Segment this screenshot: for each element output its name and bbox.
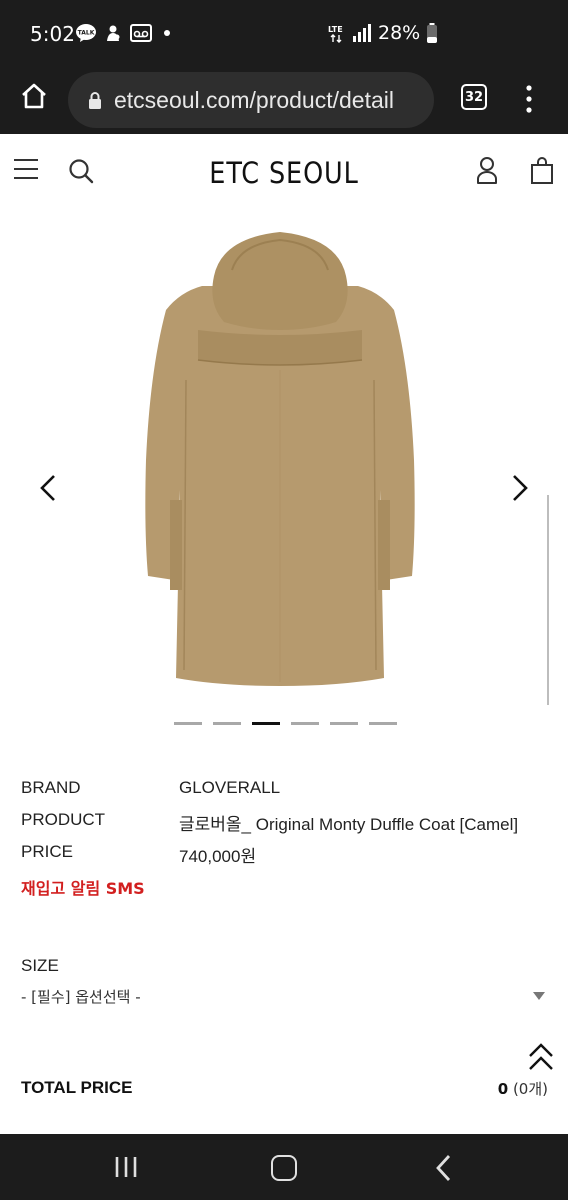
total-price-label: TOTAL PRICE (21, 1078, 133, 1097)
product-row: PRODUCT 글로버올_ Original Monty Duffle Coat… (21, 810, 518, 835)
total-count: (0개) (512, 1080, 548, 1098)
svg-text:TALK: TALK (78, 30, 95, 37)
product-name: 글로버올_ Original Monty Duffle Coat [Camel] (179, 815, 519, 834)
price-row: PRICE 740,000원 (21, 842, 256, 867)
size-label: SIZE (21, 956, 59, 975)
pagination-dot-active[interactable] (252, 722, 280, 725)
notification-icons: TALK (76, 24, 170, 42)
status-bar: 5:02 TALK LTE 28% (0, 0, 568, 66)
url-bar[interactable]: etcseoul.com/product/detail (68, 72, 434, 128)
pagination-dot[interactable] (330, 722, 358, 725)
pagination-dot[interactable] (213, 722, 241, 725)
back-icon[interactable] (434, 1154, 452, 1182)
product-label: PRODUCT (21, 810, 106, 829)
snapchat-icon (107, 25, 120, 41)
status-time: 5:02 (30, 22, 75, 46)
restock-sms-link[interactable]: 재입고 알림 SMS (21, 875, 145, 899)
system-nav-bar (0, 1134, 568, 1200)
size-select[interactable]: - [필수] 옵션선택 - (21, 986, 547, 1010)
more-notifications-dot (164, 30, 170, 36)
scroll-to-top-icon[interactable] (527, 1042, 555, 1072)
voicemail-icon (130, 24, 152, 42)
home-icon[interactable] (20, 82, 48, 110)
previous-image-arrow[interactable] (38, 474, 58, 502)
browser-toolbar: etcseoul.com/product/detail 32 (0, 66, 568, 134)
gallery-pagination (174, 722, 397, 725)
account-icon[interactable] (476, 156, 498, 184)
product-image (145, 232, 415, 686)
brand-label: BRAND (21, 778, 81, 797)
total-price-value: 0 (0개) (498, 1078, 548, 1099)
talk-icon: TALK (76, 24, 96, 42)
size-select-value: - [필수] 옵션선택 - (21, 988, 141, 1006)
signal-icon (353, 24, 371, 42)
shopping-bag-icon[interactable] (530, 156, 554, 184)
price-value: 740,000원 (179, 847, 257, 866)
price-label: PRICE (21, 842, 73, 861)
next-image-arrow[interactable] (510, 474, 530, 502)
pagination-dot[interactable] (174, 722, 202, 725)
lte-icon: LTE (328, 25, 343, 43)
total-amount: 0 (497, 1080, 509, 1098)
battery-percent: 28% (378, 22, 421, 44)
pagination-dot[interactable] (291, 722, 319, 725)
brand-row: BRAND GLOVERALL (21, 778, 280, 798)
site-header: ETC SEOUL (0, 134, 568, 212)
home-button-icon[interactable] (271, 1155, 297, 1181)
pagination-dot[interactable] (369, 722, 397, 725)
gallery-scroll-indicator (547, 495, 549, 705)
battery-icon (427, 23, 438, 43)
recent-apps-icon[interactable] (114, 1156, 138, 1178)
svg-text:LTE: LTE (328, 25, 343, 34)
tab-switcher-button[interactable]: 32 (461, 84, 487, 110)
url-text: etcseoul.com/product/detail (114, 86, 394, 113)
lock-icon (89, 92, 101, 109)
phone-screen: 5:02 TALK LTE 28% etcseoul.com/product/d… (0, 0, 568, 1200)
dropdown-caret-icon (533, 992, 545, 1000)
status-right: LTE 28% (328, 22, 438, 44)
product-gallery[interactable] (0, 212, 568, 712)
more-menu-icon[interactable] (524, 84, 534, 114)
brand-value: GLOVERALL (179, 778, 281, 797)
site-logo[interactable]: ETC SEOUL (34, 156, 534, 190)
